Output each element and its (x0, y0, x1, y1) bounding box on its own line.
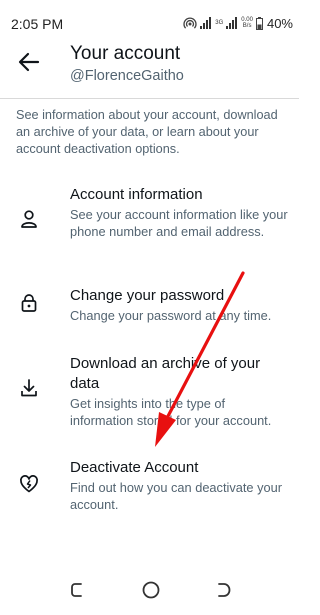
recent-apps-button[interactable] (63, 575, 93, 605)
signal-icon-2 (226, 17, 238, 29)
hotspot-icon (183, 17, 197, 29)
data-rate: 0.00 B/s (241, 17, 253, 29)
intro-text: See information about your account, down… (16, 108, 278, 156)
deactivate-account-item[interactable]: Deactivate Account Find out how you can … (0, 458, 299, 514)
broken-heart-icon (19, 474, 39, 499)
battery-icon (255, 16, 263, 30)
download-archive-item[interactable]: Download an archive of your data Get ins… (0, 354, 299, 434)
page-title: Your account (70, 43, 181, 64)
back-nav-icon (218, 583, 231, 597)
item-title: Deactivate Account (70, 459, 199, 476)
item-description: Find out how you can deactivate your acc… (70, 480, 282, 512)
item-title: Download an archive of your data (70, 355, 261, 392)
system-navigation-bar (0, 565, 299, 615)
account-handle: @FlorenceGaitho (70, 68, 184, 84)
item-description: Get insights into the type of informatio… (70, 396, 272, 428)
back-nav-button[interactable] (208, 575, 238, 605)
change-password-item[interactable]: Change your password Change your passwor… (0, 286, 299, 326)
download-icon (19, 378, 39, 403)
back-button[interactable] (16, 51, 42, 73)
person-icon (19, 209, 39, 234)
recent-apps-icon (71, 583, 82, 597)
home-button[interactable] (136, 575, 166, 605)
status-time: 2:05 PM (11, 16, 64, 32)
status-icons: 3G 0.00 B/s 40% (183, 14, 293, 32)
header-divider (0, 98, 299, 99)
data-rate-unit: B/s (242, 23, 252, 29)
battery-level: 40% (266, 15, 293, 31)
item-description: Change your password at any time. (70, 308, 272, 323)
account-information-item[interactable]: Account information See your account inf… (0, 185, 299, 257)
network-type-label: 3G (215, 20, 224, 26)
item-title: Account information (70, 186, 203, 203)
lock-icon (19, 293, 39, 318)
item-title: Change your password (70, 287, 225, 304)
signal-icon (200, 17, 212, 29)
back-arrow-icon (18, 52, 40, 72)
home-circle-icon (142, 581, 160, 599)
status-bar: 2:05 PM 3G 0.00 B/s 40% (0, 0, 299, 34)
item-description: See your account information like your p… (70, 207, 288, 239)
